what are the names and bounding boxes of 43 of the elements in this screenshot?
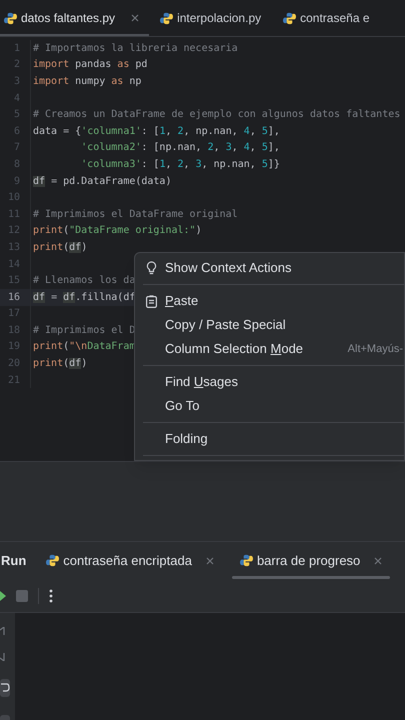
menu-item[interactable]: Folding: [135, 427, 404, 451]
code-line: print("DataFrame original:"): [33, 224, 202, 238]
menu-item[interactable]: Find Usages: [135, 370, 404, 394]
code-line: print(df): [33, 240, 88, 255]
code-line: # Importamos la libreria necesaria: [33, 42, 238, 56]
code-line: data = {'columna1': [1, 2, np.nan, 4, 5],: [33, 124, 280, 139]
editor-tab[interactable]: contraseña e: [272, 0, 381, 36]
editor-tab[interactable]: interpolacion.py: [149, 0, 272, 36]
code-line: # Creamos un DataFrame de ejemplo con algunos datos faltantes: [33, 108, 400, 122]
arrow-down-icon[interactable]: [0, 653, 5, 661]
menu-item[interactable]: Column Selection Mode Alt+Mayús-: [135, 337, 404, 361]
python-file-icon: [160, 12, 174, 24]
lightbulb-icon: [146, 261, 157, 275]
close-icon[interactable]: [374, 556, 382, 564]
close-icon[interactable]: [206, 556, 214, 564]
code-line: # Imprimimos el DataFrame original: [33, 208, 238, 222]
arrow-up-icon[interactable]: [0, 627, 5, 635]
menu-item[interactable]: Copy / Paste Special: [135, 313, 404, 337]
code-line: 'columna2': [np.nan, 2, 3, 4, 5],: [80, 141, 280, 156]
menu-item[interactable]: Show Context Actions: [135, 256, 404, 280]
panel-title: Run: [1, 552, 26, 570]
python-file-icon: [240, 554, 253, 567]
code-line: import numpy as np: [33, 74, 142, 89]
menu-item[interactable]: Go To: [135, 394, 404, 418]
code-line: import pandas as pd: [33, 58, 148, 72]
line-number: 16: [6, 290, 20, 305]
python-file-icon: [283, 12, 296, 24]
code-line: 'columna3': [1, 2, 3, np.nan, 5]}: [80, 158, 280, 172]
soft-wrap-icon[interactable]: [0, 679, 10, 697]
close-icon[interactable]: [131, 14, 140, 22]
python-file-icon: [4, 12, 17, 24]
stop-icon[interactable]: [16, 590, 28, 602]
run-tab[interactable]: barra de progreso: [232, 542, 390, 579]
code-line: df = df.fillna(df: [33, 290, 136, 305]
shortcut-label: Alt+Mayús-: [346, 342, 404, 357]
code-line: print(df): [33, 357, 88, 372]
code-line: df = pd.DataFrame(data): [33, 174, 172, 189]
menu-item[interactable]: Paste: [135, 289, 404, 313]
clipboard-icon: [146, 294, 157, 308]
run-tab[interactable]: contraseña encriptada: [38, 542, 222, 579]
run-icon[interactable]: [0, 590, 6, 600]
more-icon[interactable]: [49, 588, 53, 602]
python-file-icon: [46, 554, 60, 567]
